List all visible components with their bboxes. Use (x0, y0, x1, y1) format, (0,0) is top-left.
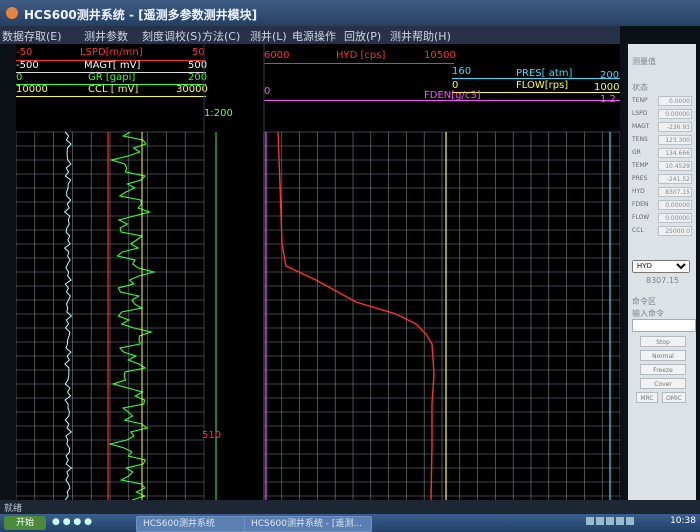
param-value: 0.00000 (658, 213, 692, 223)
param-name: TEMP (632, 162, 649, 169)
command-section-label: 命令区 (632, 297, 656, 306)
menu-method[interactable]: 方法(C) (202, 28, 240, 44)
menu-power[interactable]: 电源操作 (292, 28, 336, 44)
menu-params[interactable]: 测井参数 (84, 28, 128, 44)
menu-help[interactable]: 测井帮助(H) (390, 28, 451, 44)
menu-calibrate[interactable]: 刻度调校(S) (142, 28, 202, 44)
param-name: TENS (632, 136, 648, 143)
command-input[interactable] (632, 319, 696, 332)
param-row-ccl: CCL 25000.0 (630, 226, 694, 237)
cover-button[interactable]: Cover (640, 378, 686, 389)
menu-playback[interactable]: 回放(P) (344, 28, 381, 44)
param-row-fden: FDEN 0.00000 (630, 200, 694, 211)
param-name: TENP (632, 97, 648, 104)
state-section-label: 状态 (632, 83, 648, 92)
param-value: 0.00000 (658, 109, 692, 119)
param-row-pres: PRES -241.52 (630, 174, 694, 185)
depth-readout: 8307.15 (646, 276, 680, 285)
system-tray (586, 517, 656, 529)
param-value: 123.300 (658, 135, 692, 145)
param-name: PRES (632, 175, 648, 182)
stop-button[interactable]: Stop (640, 336, 686, 347)
status-bar: 就绪 (0, 500, 700, 514)
param-row-flow: FLOW 0.00000 (630, 213, 694, 224)
param-row-tenp: TENP 0.0000 (630, 96, 694, 107)
param-row-lspd: LSPD 0.00000 (630, 109, 694, 120)
param-row-hyd: HYD 8307.15 (630, 187, 694, 198)
normal-button[interactable]: Normal (640, 350, 686, 361)
param-name: FDEN (632, 201, 649, 208)
value-section-label: 测量值 (632, 57, 656, 66)
quick-launch-icons[interactable]: ● ● ● ● (52, 517, 92, 527)
param-value: 134.666 (658, 148, 692, 158)
param-name: FLOW (632, 214, 650, 221)
log-grid-svg (16, 44, 620, 500)
title-bar: HCS600测井系统 - [遥测多参数测井模块] (0, 0, 700, 26)
param-name: HYD (632, 188, 645, 195)
param-row-temp: TEMP 10.4529 (630, 161, 694, 172)
param-row-magt: MAGT -236.93 (630, 122, 694, 133)
side-panel: 测量值 状态 TENP 0.0000 LSPD 0.00000 MAGT -236.93 T… (628, 44, 696, 500)
log-plot-area: -50 LSPD[m/mn] 50 -500 MAGT[ mV] 500 0 G… (16, 44, 620, 500)
freeze-button[interactable]: Freeze (640, 364, 686, 375)
start-button[interactable]: 开始 (4, 516, 46, 530)
magt-curve (63, 131, 73, 500)
param-name: CCL (632, 227, 644, 234)
param-value: 0.00000 (658, 200, 692, 210)
param-value: -241.52 (658, 174, 692, 184)
param-row-tens: TENS 123.300 (630, 135, 694, 146)
status-text: 就绪 (4, 504, 23, 514)
mrc-button[interactable]: MRC (636, 392, 658, 403)
hyd-curve (277, 131, 435, 500)
input-label: 输入命令 (632, 309, 664, 318)
param-name: LSPD (632, 110, 648, 117)
menu-bar: 数据存取(E) 测井参数 刻度调校(S) 方法(C) 测井(L) 电源操作 回放… (0, 26, 620, 44)
clock: 10:38 (670, 516, 696, 526)
param-name: GR (632, 149, 641, 156)
param-value: 25000.0 (658, 226, 692, 236)
depth-marker: 510 (202, 430, 222, 441)
param-value: 0.0000 (658, 96, 692, 106)
param-name: MAGT (632, 123, 650, 130)
channel-select[interactable]: HYD (632, 260, 690, 273)
window-title: HCS600测井系统 - [遥测多参数测井模块] (24, 8, 258, 22)
menu-log[interactable]: 测井(L) (250, 28, 287, 44)
param-value: 10.4529 (658, 161, 692, 171)
omic-button[interactable]: OMIC (662, 392, 686, 403)
app-logo-icon (6, 7, 18, 19)
task-button-1[interactable]: HCS600测井系统 (136, 516, 254, 532)
taskbar: 开始 ● ● ● ● HCS600测井系统 HCS600测井系统 - [遥测..… (0, 514, 700, 532)
param-value: -236.93 (658, 122, 692, 132)
param-row-gr: GR 134.666 (630, 148, 694, 159)
menu-file[interactable]: 数据存取(E) (2, 28, 62, 44)
task-button-2[interactable]: HCS600测井系统 - [遥测... (244, 516, 372, 532)
param-value: 8307.15 (658, 187, 692, 197)
